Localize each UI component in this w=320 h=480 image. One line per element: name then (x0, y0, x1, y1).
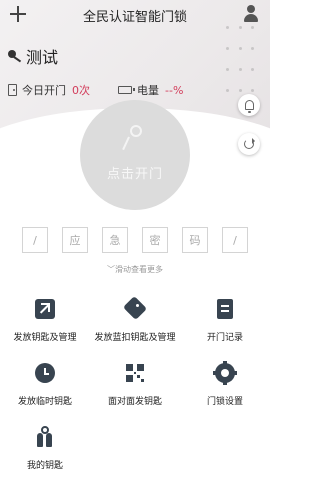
refresh-icon (244, 138, 255, 149)
battery-label: 电量 (137, 84, 159, 97)
gear-icon (213, 361, 237, 385)
lock-name: 测试 (26, 48, 59, 67)
action-open-records[interactable]: 开门记录 (180, 298, 270, 362)
password-box: 应 (62, 227, 88, 253)
password-box: / (222, 227, 248, 253)
keys-icon (34, 426, 56, 448)
key-icon (122, 124, 148, 151)
password-box: 急 (102, 227, 128, 253)
action-my-keys[interactable]: 我的钥匙 (0, 426, 90, 480)
action-label: 发放临时钥匙 (17, 397, 72, 407)
action-face-to-face[interactable]: 面对面发钥匙 (90, 362, 180, 426)
today-open-label: 今日开门 (22, 84, 66, 97)
today-open-count: 0次 (72, 84, 90, 97)
action-lock-settings[interactable]: 门锁设置 (180, 361, 270, 426)
qr-code-icon (124, 362, 146, 384)
emergency-password-row[interactable]: / 应 急 密 码 / (22, 227, 248, 253)
action-grid: 发放钥匙及管理 发放蓝扣钥匙及管理 开门记录 发放临时钥匙 面对面发钥匙 门锁设… (0, 295, 270, 480)
notification-button[interactable] (238, 94, 260, 116)
unlock-button[interactable]: 点击开门 (80, 100, 190, 210)
refresh-button[interactable] (238, 133, 260, 155)
slide-hint-text: 滑动查看更多 (115, 265, 163, 274)
password-box: 码 (182, 227, 208, 253)
key-icon (8, 49, 22, 63)
battery-icon (118, 86, 135, 94)
unlock-label: 点击开门 (106, 166, 163, 182)
action-label: 发放钥匙及管理 (13, 333, 77, 343)
tag-icon (122, 295, 148, 321)
clock-icon (34, 362, 56, 384)
action-label: 我的钥匙 (26, 461, 63, 471)
action-label: 面对面发钥匙 (107, 397, 162, 407)
password-box: 密 (142, 227, 168, 253)
slide-hint[interactable]: ﹀滑动查看更多 (0, 264, 270, 275)
door-icon (8, 84, 17, 96)
page-title: 全民认证智能门锁 (82, 10, 187, 25)
bell-icon (244, 100, 254, 113)
stats-row: 今日开门 0次 电量 --% (8, 82, 208, 98)
record-icon (214, 298, 236, 320)
header: 全民认证智能门锁 (0, 0, 270, 28)
action-label: 门锁设置 (206, 397, 243, 407)
battery-value: --% (165, 83, 184, 97)
user-icon[interactable] (242, 4, 260, 22)
action-bluetooth-tag[interactable]: 发放蓝扣钥匙及管理 (90, 295, 180, 362)
action-label: 开门记录 (206, 333, 243, 343)
share-key-icon (34, 298, 56, 320)
action-share-key[interactable]: 发放钥匙及管理 (0, 298, 90, 362)
chevron-down-icon: ﹀ (107, 265, 115, 274)
action-temp-key[interactable]: 发放临时钥匙 (0, 362, 90, 426)
lock-name-row[interactable]: 测试 (8, 44, 58, 68)
password-box: / (22, 227, 48, 253)
action-label: 发放蓝扣钥匙及管理 (94, 333, 176, 343)
